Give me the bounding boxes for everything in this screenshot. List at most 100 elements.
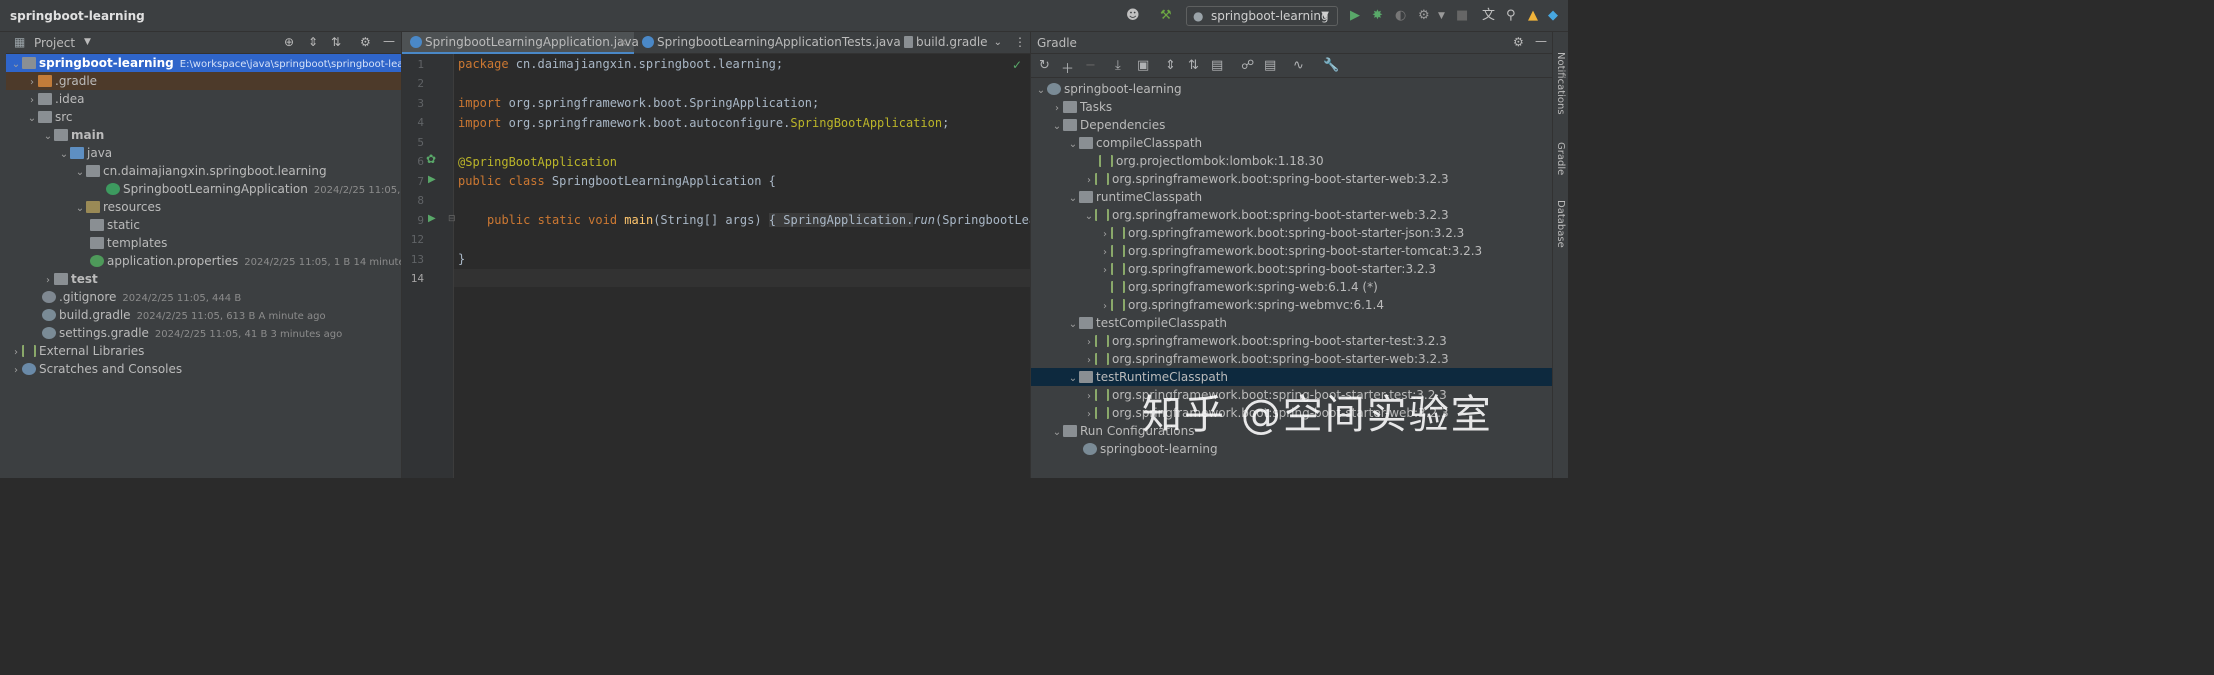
gradle-node-dependencies[interactable]: ⌄ Dependencies — [1031, 116, 1166, 134]
library-icon — [1095, 389, 1109, 401]
more-tabs-icon[interactable]: ⋮ — [1014, 35, 1026, 49]
gradle-dependency[interactable]: › org.springframework:spring-webmvc:6.1.4 — [1031, 296, 1384, 314]
tab-build-gradle[interactable]: build.gradle ⌄ — [896, 32, 1006, 54]
remove-icon[interactable]: − — [1085, 58, 1096, 73]
tree-item-idea[interactable]: › .idea — [6, 90, 85, 108]
tree-item-templates[interactable]: templates — [6, 234, 167, 252]
debug-icon[interactable]: ✸ — [1372, 9, 1383, 23]
tree-item-main[interactable]: ⌄ main — [6, 126, 104, 144]
tree-item-static[interactable]: static — [6, 216, 140, 234]
reload-icon[interactable]: ↻ — [1039, 58, 1050, 73]
gradle-dependency[interactable]: › org.springframework.boot:spring-boot-st… — [1031, 224, 1464, 242]
tree-item-src[interactable]: ⌄ src — [6, 108, 73, 126]
profile-icon[interactable]: ⚙ — [1418, 9, 1430, 23]
tree-item-gradle-dir[interactable]: › .gradle — [6, 72, 401, 90]
gradle-tool-button[interactable]: Gradle — [1555, 142, 1566, 175]
show-diagram-icon[interactable]: ∿ — [1293, 58, 1304, 73]
gradle-node-test-compile-classpath[interactable]: ⌄ testCompileClasspath — [1031, 314, 1227, 332]
plugin-icon[interactable]: ◆ — [1548, 9, 1558, 23]
library-icon — [1111, 227, 1125, 239]
gradle-node-runtime-classpath[interactable]: ⌄ runtimeClasspath — [1031, 188, 1202, 206]
tree-item-root[interactable]: ⌄ springboot-learning E:\workspace\java\sp… — [6, 54, 401, 72]
gradle-dependency[interactable]: › org.springframework.boot:spring-boot-st… — [1031, 332, 1447, 350]
locate-icon[interactable]: ⊕ — [284, 35, 294, 49]
gradle-dependency[interactable]: › org.springframework.boot:spring-boot-st… — [1031, 170, 1449, 188]
tree-item-application-class[interactable]: SpringbootLearningApplication 2024/2/25 1… — [6, 180, 401, 198]
gradle-dependency[interactable]: › org.springframework.boot:spring-boot-st… — [1031, 242, 1482, 260]
tree-item-resources[interactable]: ⌄ resources — [6, 198, 161, 216]
gradle-node-project[interactable]: ⌄ springboot-learning — [1031, 80, 1182, 98]
run-icon[interactable]: ▶ — [1350, 9, 1360, 23]
search-icon[interactable]: ⚲ — [1506, 9, 1516, 23]
tree-item-java[interactable]: ⌄ java — [6, 144, 112, 162]
fold-icon[interactable]: ⊟ — [448, 214, 456, 224]
gradle-dependency-lombok[interactable]: org.projectlombok:lombok:1.18.30 — [1031, 152, 1324, 170]
spring-bean-icon[interactable]: ✿ — [426, 152, 436, 166]
tree-item-application-properties[interactable]: application.properties 2024/2/25 11:05, 1… — [6, 252, 401, 270]
add-icon[interactable]: ＋ — [1061, 58, 1074, 77]
tree-item-external-libraries[interactable]: › External Libraries — [6, 342, 144, 360]
more-run-chevron-icon[interactable]: ▼ — [1438, 9, 1445, 23]
gradle-dependency[interactable]: › org.springframework.boot:spring-boot-st… — [1031, 260, 1436, 278]
user-icon[interactable]: ☻ — [1126, 9, 1140, 23]
run-configuration-select[interactable]: ● springboot-learning ▼ — [1186, 6, 1338, 26]
expand-all-icon[interactable]: ⇕ — [308, 35, 318, 49]
gradle-panel-title: Gradle — [1037, 36, 1077, 50]
project-view-selector[interactable]: Project — [34, 36, 75, 50]
tree-item-package[interactable]: ⌄ cn.daimajiangxin.springboot.learning — [6, 162, 327, 180]
chevron-down-icon[interactable]: ⌄ — [994, 32, 1002, 53]
tree-item-gitignore[interactable]: .gitignore 2024/2/25 11:05, 444 B — [6, 288, 241, 306]
wrench-settings-icon[interactable]: 🔧 — [1323, 58, 1339, 73]
analyze-dependencies-icon[interactable]: ☍ — [1241, 58, 1254, 73]
tree-item-build-gradle[interactable]: build.gradle 2024/2/25 11:05, 613 B A min… — [6, 306, 326, 324]
minimize-icon[interactable]: — — [383, 34, 395, 48]
gradle-dependency[interactable]: › org.springframework.boot:spring-boot-st… — [1031, 350, 1449, 368]
chevron-down-icon[interactable]: ▼ — [84, 37, 91, 47]
database-tool-button[interactable]: Database — [1555, 200, 1566, 248]
line-number: 13 — [410, 253, 424, 266]
run-gutter-icon[interactable]: ▶ — [428, 174, 436, 185]
tab-application-tests-java[interactable]: SpringbootLearningApplicationTests.java — [634, 32, 901, 54]
minimize-icon[interactable]: — — [1535, 34, 1547, 48]
expand-all-icon[interactable]: ⇕ — [1165, 58, 1176, 73]
project-name[interactable]: springboot-learning — [10, 9, 145, 23]
collapse-all-icon[interactable]: ⇅ — [331, 35, 341, 49]
close-icon[interactable]: × — [618, 32, 628, 53]
gradle-dependency[interactable]: org.springframework:spring-web:6.1.4 (*) — [1031, 278, 1378, 296]
gradle-node-tasks[interactable]: › Tasks — [1031, 98, 1112, 116]
hammer-build-icon[interactable]: ⚒ — [1160, 9, 1172, 23]
code-line-4: import org.springframework.boot.autoconf… — [458, 116, 950, 130]
update-icon[interactable]: ▲ — [1528, 9, 1538, 23]
tab-application-java[interactable]: SpringbootLearningApplication.java × — [402, 32, 639, 54]
gradle-dependency[interactable]: ⌄ org.springframework.boot:spring-boot-st… — [1031, 206, 1449, 224]
line-number: 1 — [417, 58, 424, 71]
gradle-node-compile-classpath[interactable]: ⌄ compileClasspath — [1031, 134, 1202, 152]
collapse-all-icon[interactable]: ⇅ — [1188, 58, 1199, 73]
tree-item-test[interactable]: › test — [6, 270, 98, 288]
gradle-file-icon — [42, 309, 56, 321]
folder-icon — [90, 237, 104, 249]
translate-icon[interactable]: 文 — [1482, 9, 1495, 23]
properties-file-icon — [90, 255, 104, 267]
line-number: 14 — [410, 272, 424, 285]
chevron-down-icon: ▼ — [1321, 10, 1329, 21]
download-sources-icon[interactable]: ⤓ — [1115, 58, 1121, 73]
toggle-offline-icon[interactable]: ▤ — [1264, 58, 1276, 73]
gear-icon[interactable]: ⚙ — [360, 35, 371, 49]
gradle-run-config[interactable]: springboot-learning — [1031, 440, 1218, 458]
group-modules-icon[interactable]: ▤ — [1211, 58, 1223, 73]
project-panel: ▦ Project ▼ ⊕ ⇕ ⇅ ⚙ — ⌄ springboot-learni… — [6, 32, 402, 478]
library-icon — [1111, 281, 1125, 293]
execute-task-icon[interactable]: ▣ — [1137, 58, 1149, 73]
notifications-tool-button[interactable]: Notifications — [1555, 52, 1566, 115]
java-class-icon — [642, 36, 654, 48]
coverage-icon[interactable]: ◐ — [1395, 9, 1406, 23]
run-gutter-icon[interactable]: ▶ — [428, 213, 436, 224]
code-editor[interactable]: SpringbootLearningApplication.java × Spr… — [402, 32, 1030, 478]
package-icon — [86, 165, 100, 177]
gear-icon[interactable]: ⚙ — [1513, 35, 1524, 49]
tree-item-scratches[interactable]: › Scratches and Consoles — [6, 360, 182, 378]
tree-item-settings-gradle[interactable]: settings.gradle 2024/2/25 11:05, 41 B 3 m… — [6, 324, 342, 342]
stop-icon[interactable]: ■ — [1456, 9, 1468, 23]
no-problems-check-icon[interactable]: ✓ — [1012, 58, 1022, 72]
